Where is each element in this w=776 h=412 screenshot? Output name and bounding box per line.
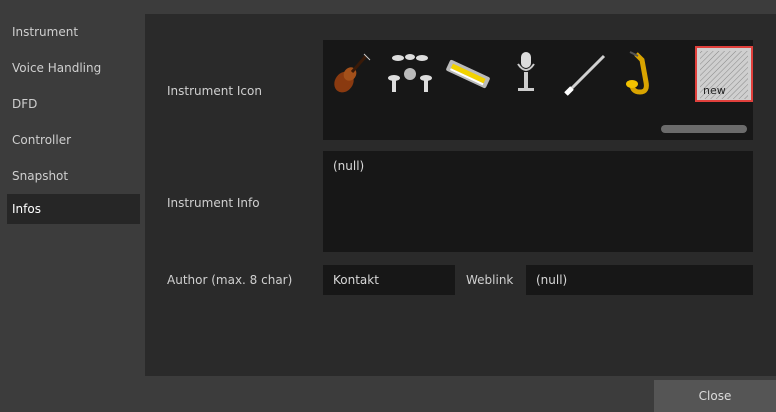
instrument-icon-label: Instrument Icon xyxy=(167,84,262,98)
author-label: Author (max. 8 char) xyxy=(167,273,293,287)
drumkit-icon[interactable] xyxy=(381,46,439,102)
weblink-field[interactable]: (null) xyxy=(526,265,753,295)
sidebar: Instrument Voice Handling DFD Controller… xyxy=(1,11,141,376)
sidebar-item-controller[interactable]: Controller xyxy=(7,125,140,155)
sidebar-item-instrument[interactable]: Instrument xyxy=(7,17,140,47)
new-icon[interactable]: new xyxy=(695,46,753,102)
author-field[interactable]: Kontakt xyxy=(323,265,455,295)
new-icon-label: new xyxy=(703,84,726,97)
instrument-info-label: Instrument Info xyxy=(167,196,260,210)
weblink-label: Weblink xyxy=(466,273,514,287)
saxophone-icon[interactable] xyxy=(613,46,671,102)
dialog-window: Instrument Voice Handling DFD Controller… xyxy=(0,0,776,412)
close-button[interactable]: Close xyxy=(654,380,776,412)
instrument-info-textarea[interactable]: (null) xyxy=(323,151,753,252)
keyboard-icon[interactable] xyxy=(439,46,497,102)
clarinet-icon[interactable] xyxy=(555,46,613,102)
sidebar-item-voice-handling[interactable]: Voice Handling xyxy=(7,53,140,83)
icon-strip-scrollbar[interactable] xyxy=(661,125,747,133)
sidebar-item-snapshot[interactable]: Snapshot xyxy=(7,161,140,191)
sidebar-item-dfd[interactable]: DFD xyxy=(7,89,140,119)
sidebar-item-infos[interactable]: Infos xyxy=(7,194,140,224)
violin-icon[interactable] xyxy=(323,46,381,102)
microphone-icon[interactable] xyxy=(497,46,555,102)
